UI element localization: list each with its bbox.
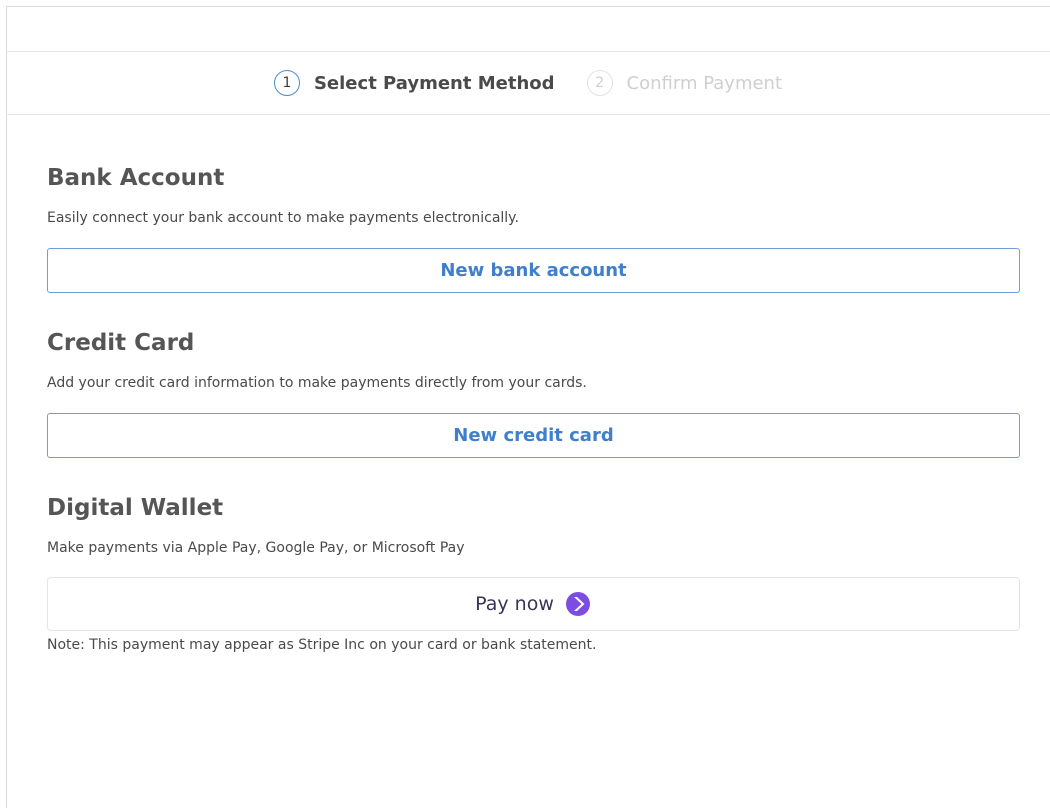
digital-wallet-description: Make payments via Apple Pay, Google Pay,… xyxy=(47,540,465,556)
bank-account-title: Bank Account xyxy=(47,165,225,191)
bank-account-description: Easily connect your bank account to make… xyxy=(47,210,519,226)
step-number-1: 1 xyxy=(273,70,300,96)
step-confirm-payment: 2 Confirm Payment xyxy=(586,70,783,96)
chevron-right-icon xyxy=(565,592,590,616)
new-credit-card-button[interactable]: New credit card xyxy=(47,413,1020,458)
pay-now-button[interactable]: Pay now xyxy=(47,577,1020,631)
payment-stepper: 1 Select Payment Method 2 Confirm Paymen… xyxy=(6,51,1050,115)
step-label-confirm-payment: Confirm Payment xyxy=(626,72,783,94)
credit-card-title: Credit Card xyxy=(47,330,195,356)
step-number-2: 2 xyxy=(586,70,613,96)
bank-account-section: Bank Account Easily connect your bank ac… xyxy=(47,160,1020,293)
pay-now-label: Pay now xyxy=(475,593,554,615)
credit-card-section: Credit Card Add your credit card informa… xyxy=(47,325,1020,458)
payment-methods: Bank Account Easily connect your bank ac… xyxy=(47,160,1020,655)
step-label-select-payment-method: Select Payment Method xyxy=(313,72,555,94)
stripe-note: Note: This payment may appear as Stripe … xyxy=(47,637,597,653)
step-select-payment-method: 1 Select Payment Method xyxy=(273,70,555,96)
credit-card-description: Add your credit card information to make… xyxy=(47,375,587,391)
digital-wallet-section: Digital Wallet Make payments via Apple P… xyxy=(47,490,1020,655)
new-bank-account-button[interactable]: New bank account xyxy=(47,248,1020,293)
digital-wallet-title: Digital Wallet xyxy=(47,495,224,521)
